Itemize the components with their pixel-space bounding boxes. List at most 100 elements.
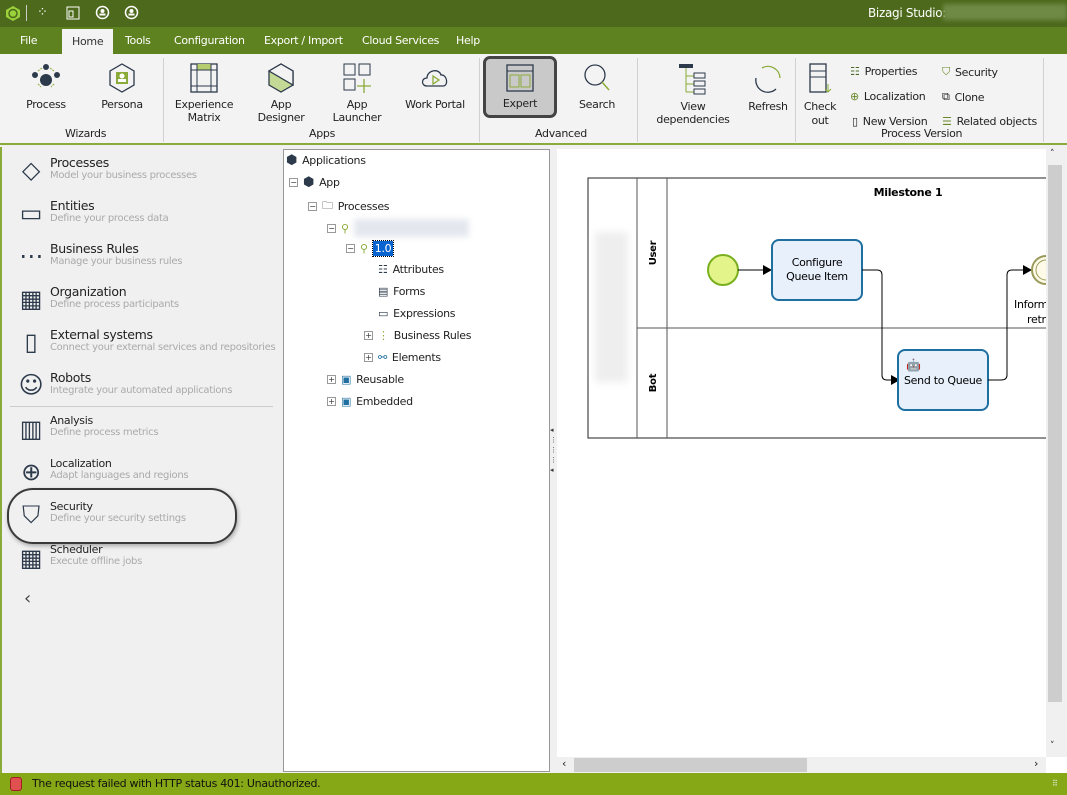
experience-matrix-button[interactable]: Experience Matrix	[172, 62, 236, 124]
expert-button[interactable]: Expert	[483, 56, 557, 118]
nav-item-business-rules[interactable]: ⋯ Business Rules Manage your business rule…	[16, 241, 182, 271]
work-portal-button[interactable]: Work Portal	[402, 62, 468, 111]
process-wizard-button[interactable]: Process	[22, 62, 70, 111]
business-rules-icon: ⋮	[378, 329, 389, 342]
nav-item-title: Processes	[50, 155, 109, 170]
refresh-button[interactable]: Refresh	[746, 62, 790, 113]
vertical-scroll-thumb[interactable]	[1048, 165, 1062, 702]
start-event[interactable]	[707, 254, 739, 286]
menu-tools[interactable]: Tools	[125, 34, 151, 47]
tree-node-attributes[interactable]: ☷ Attributes	[378, 263, 444, 276]
nav-item-title: Entities	[50, 198, 95, 213]
reusable-icon: ▣	[341, 373, 352, 386]
horizontal-scroll-thumb[interactable]	[574, 758, 807, 772]
properties-button[interactable]: ☷ Properties	[850, 65, 917, 78]
view-dependencies-button[interactable]: View dependencies	[645, 62, 741, 126]
quick-user2-icon[interactable]	[124, 5, 139, 20]
nav-item-subtitle: Connect your external services and repos…	[50, 342, 276, 353]
external-systems-icon: ▯	[24, 328, 38, 356]
tree-node-business-rules[interactable]: + ⋮ Business Rules	[364, 329, 471, 342]
app-designer-button[interactable]: App Designer	[246, 62, 316, 124]
nav-item-entities[interactable]: ▭ Entities Define your process data	[16, 198, 169, 228]
menu-home[interactable]: Home	[62, 29, 114, 54]
menu-file[interactable]: File	[20, 34, 38, 47]
expand-icon[interactable]: +	[364, 331, 373, 340]
clone-icon: ⧉	[942, 90, 950, 103]
nav-item-external-systems[interactable]: ▯ External systems Connect your external s…	[16, 327, 276, 357]
menu-export-import[interactable]: Export / Import	[264, 34, 343, 47]
nav-item-organization[interactable]: ▦ Organization Define process participants	[16, 284, 179, 314]
nav-item-localization[interactable]: ⊕ Localization Adapt languages and regions	[16, 457, 188, 487]
expand-icon[interactable]: +	[327, 375, 336, 384]
status-bar: The request failed with HTTP status 401:…	[0, 773, 1067, 795]
search-button[interactable]: Search	[572, 62, 622, 111]
advanced-group-label: Advanced	[535, 127, 587, 140]
tree-node-process[interactable]: − ⚲	[327, 219, 469, 237]
collapse-icon[interactable]: −	[327, 223, 336, 233]
app-launcher-button[interactable]: App Launcher	[322, 62, 392, 124]
quick-process-icon[interactable]: ⁘	[37, 5, 48, 20]
tree-node-elements[interactable]: + ⚯ Elements	[364, 351, 441, 364]
nav-divider	[10, 406, 273, 407]
apps-group-label: Apps	[309, 127, 336, 140]
tree-node-app[interactable]: − ⬢ App	[289, 175, 340, 190]
security-highlight-outline	[7, 488, 237, 544]
event-label-line1: Inform	[1014, 298, 1048, 311]
blurred-project-name	[943, 4, 1067, 20]
tree-node-expressions[interactable]: ▭ Expressions	[378, 307, 456, 320]
expand-icon[interactable]: +	[327, 397, 336, 406]
app-launcher-icon	[343, 63, 371, 93]
scroll-up-icon[interactable]: ˄	[1050, 149, 1055, 159]
tree-node-processes[interactable]: − 🗀 Processes	[308, 197, 390, 216]
shield-icon: ⛉	[942, 65, 950, 78]
horizontal-scrollbar[interactable]: ‹ ›	[557, 757, 1046, 773]
quick-layout-icon[interactable]	[66, 6, 80, 20]
wizards-group-label: Wizards	[65, 127, 107, 140]
expand-icon[interactable]: +	[364, 353, 373, 362]
security-button[interactable]: ⛉ Security	[942, 65, 998, 79]
splitter-handle[interactable]: ◂ ⋮ ⋮ ⋮ ◂	[550, 425, 557, 495]
status-message: The request failed with HTTP status 401:…	[32, 777, 321, 790]
collapse-icon[interactable]: −	[308, 202, 317, 211]
scheduler-icon: ▦	[19, 544, 43, 572]
menu-cloud-services[interactable]: Cloud Services	[362, 34, 439, 47]
check-out-button[interactable]: Check out	[802, 62, 838, 128]
menu-help[interactable]: Help	[456, 34, 480, 47]
error-icon	[10, 777, 22, 791]
vertical-scrollbar[interactable]: ˄ ˅	[1046, 149, 1067, 757]
tree-node-forms[interactable]: ▤ Forms	[378, 285, 425, 298]
menu-bar: File Home Tools Configuration Export / I…	[0, 27, 1067, 54]
nav-item-title: Robots	[50, 370, 91, 385]
tree-node-reusable[interactable]: + ▣ Reusable	[327, 373, 404, 386]
process-version-icon: ⚲	[360, 242, 368, 255]
tree-node-applications[interactable]: ⬢ Applications	[286, 153, 366, 168]
persona-wizard-button[interactable]: Persona	[98, 62, 146, 111]
scroll-down-icon[interactable]: ˅	[1050, 741, 1055, 751]
scroll-right-icon[interactable]: ›	[1034, 757, 1038, 770]
robot-task-icon: 🤖	[906, 358, 921, 372]
nav-item-robots[interactable]: ☺ Robots Integrate your automated applicat…	[16, 370, 233, 400]
clone-button[interactable]: ⧉ Clone	[942, 90, 985, 104]
nav-item-processes[interactable]: ◇ Processes Model your business processes	[16, 155, 197, 185]
processes-icon: ◇	[21, 156, 41, 184]
nav-item-scheduler[interactable]: ▦ Scheduler Execute offline jobs	[16, 543, 143, 573]
task2-label: Send to Queue	[904, 374, 983, 387]
tree-node-embedded[interactable]: + ▣ Embedded	[327, 395, 413, 408]
scroll-left-icon[interactable]: ‹	[562, 757, 566, 770]
business-rules-icon: ⋯	[19, 242, 43, 270]
resize-grip-icon[interactable]: ⠿	[1052, 779, 1058, 788]
collapse-icon[interactable]: −	[289, 178, 298, 187]
hexagon-icon: ⬢	[303, 175, 315, 190]
tree-node-version[interactable]: − ⚲ 1.0	[346, 240, 395, 257]
collapse-panel-chevron-icon[interactable]: ‹	[24, 588, 31, 609]
nav-item-title: Business Rules	[50, 241, 139, 256]
new-version-icon: ▯	[852, 115, 858, 128]
forms-icon: ▤	[378, 285, 389, 298]
collapse-icon[interactable]: −	[346, 244, 355, 253]
task1-line2: Queue Item	[786, 270, 848, 283]
localization-button[interactable]: ⊕ Localization	[850, 90, 926, 103]
nav-item-title: Scheduler	[50, 543, 103, 556]
quick-user-icon[interactable]	[95, 5, 110, 20]
menu-configuration[interactable]: Configuration	[174, 34, 245, 47]
nav-item-analysis[interactable]: ▥ Analysis Define process metrics	[16, 414, 159, 444]
